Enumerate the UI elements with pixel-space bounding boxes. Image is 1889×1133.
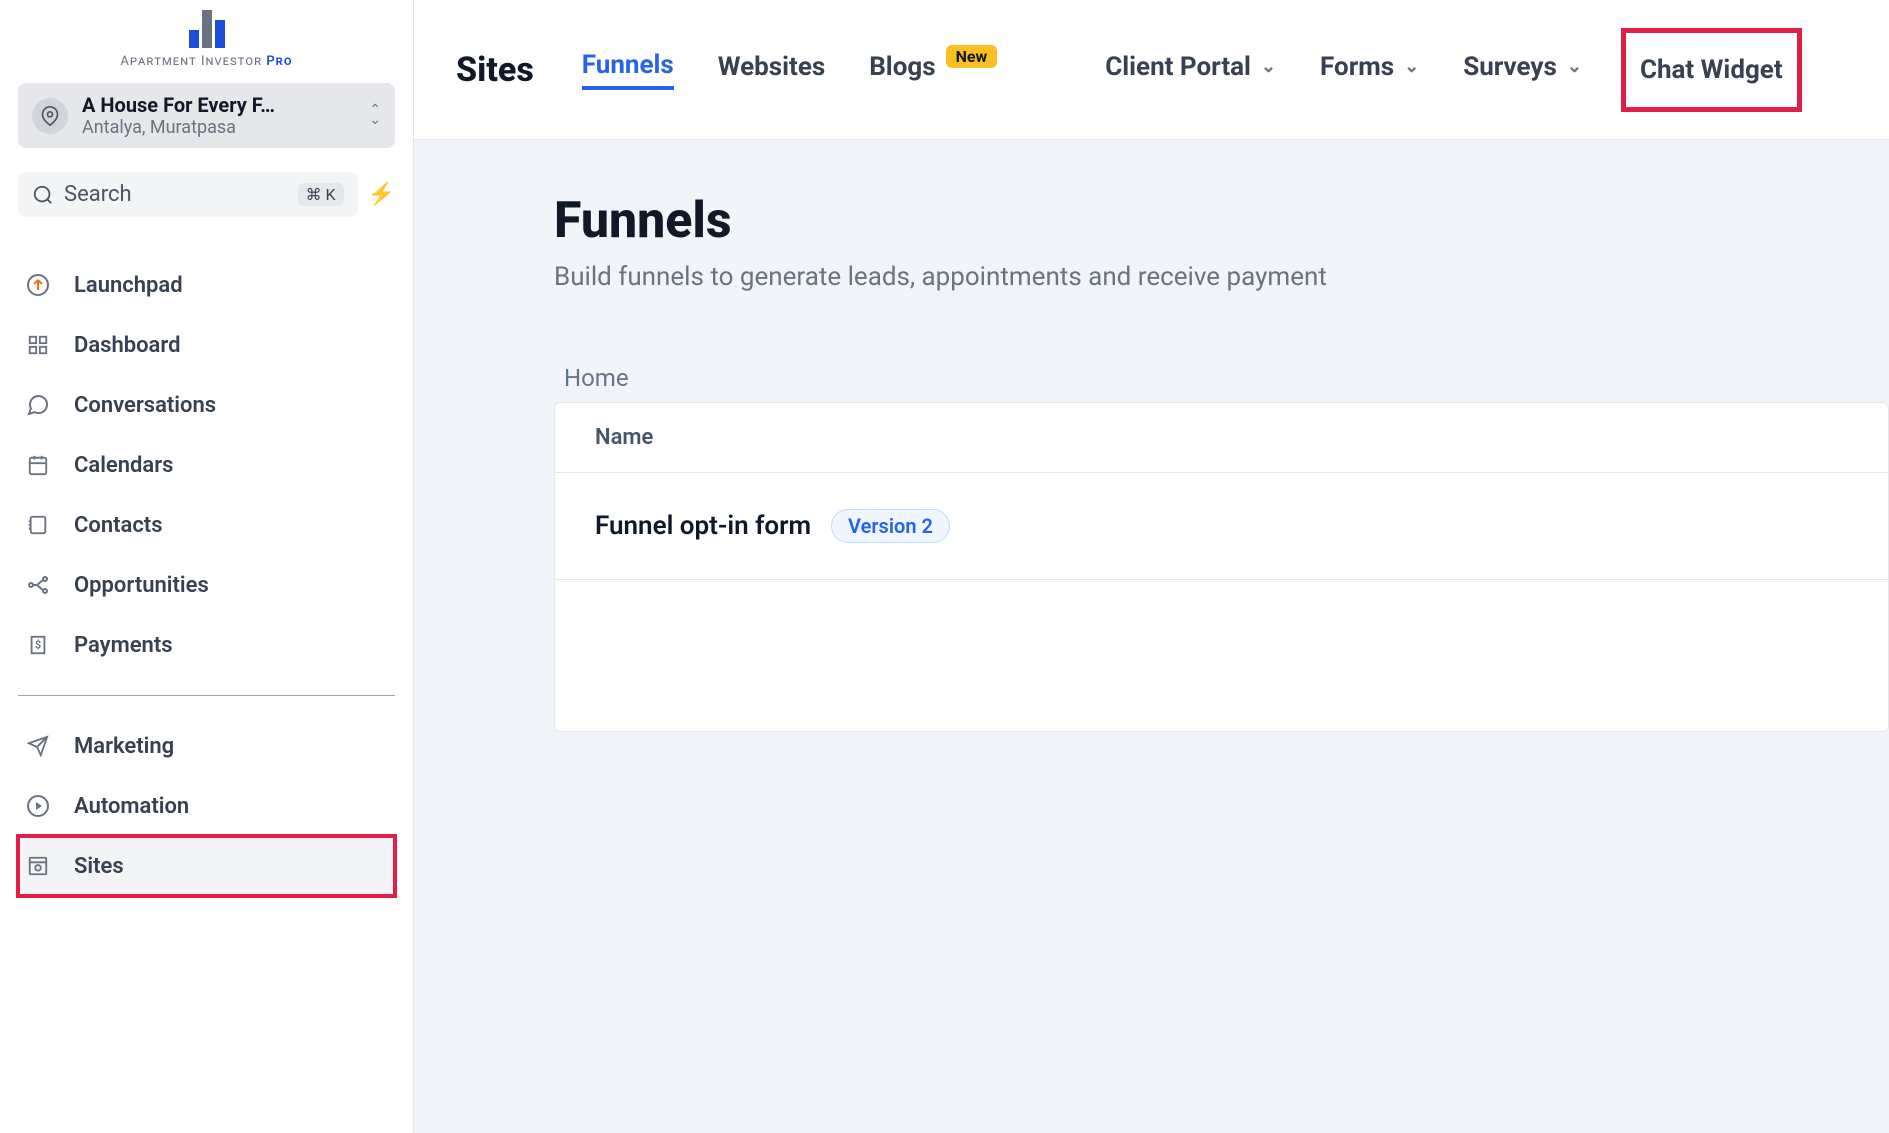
chat-icon: [24, 391, 52, 419]
nav-conversations[interactable]: Conversations: [18, 375, 395, 435]
search-icon: [32, 184, 54, 206]
nav-payments[interactable]: $ Payments: [18, 615, 395, 675]
topbar: Sites Funnels Websites BlogsNew Client P…: [414, 0, 1889, 140]
nav-marketing[interactable]: Marketing: [18, 716, 395, 776]
search-placeholder: Search: [64, 182, 288, 207]
account-location: Antalya, Muratpasa: [82, 117, 355, 138]
content: Funnels Build funnels to generate leads,…: [414, 140, 1889, 1133]
search-input[interactable]: Search ⌘ K: [18, 172, 358, 217]
nav-label: Launchpad: [74, 273, 183, 298]
funnels-table: Name Funnel opt-in form Version 2: [554, 402, 1889, 732]
brand-logo: Apartment Investor Pro: [18, 0, 395, 75]
chevron-down-icon: ⌄: [1261, 56, 1276, 77]
page-subtitle: Build funnels to generate leads, appoint…: [554, 262, 1889, 292]
location-pin-icon: [32, 98, 68, 134]
nav-label: Automation: [74, 794, 189, 819]
page-title: Funnels: [554, 192, 1889, 250]
dashboard-icon: [24, 331, 52, 359]
nav-label: Calendars: [74, 453, 173, 478]
calendar-icon: [24, 451, 52, 479]
primary-nav: Launchpad Dashboard Conversations Calend…: [18, 255, 395, 896]
nav-calendars[interactable]: Calendars: [18, 435, 395, 495]
chevron-down-icon: ⌄: [1404, 56, 1419, 77]
send-icon: [24, 732, 52, 760]
search-shortcut: ⌘ K: [298, 183, 344, 206]
nav-label: Marketing: [74, 734, 174, 759]
tab-label: Funnels: [582, 50, 674, 80]
tab-label: Websites: [718, 52, 825, 82]
tab-funnels[interactable]: Funnels: [582, 50, 674, 90]
payments-icon: $: [24, 631, 52, 659]
account-switcher[interactable]: A House For Every F… Antalya, Muratpasa …: [18, 83, 395, 148]
column-name: Name: [595, 425, 653, 450]
contacts-icon: [24, 511, 52, 539]
chevron-down-icon: ⌄: [1567, 56, 1582, 77]
account-name: A House For Every F…: [82, 93, 355, 117]
nav-label: Contacts: [74, 513, 163, 538]
tab-label: Forms: [1320, 52, 1394, 82]
section-title: Sites: [456, 50, 534, 90]
tab-label: Chat Widget: [1640, 55, 1783, 85]
version-badge: Version 2: [831, 509, 950, 543]
nav-launchpad[interactable]: Launchpad: [18, 255, 395, 315]
new-badge: New: [946, 45, 998, 68]
funnels-panel: Home Name Funnel opt-in form Version 2: [554, 364, 1889, 732]
tab-forms[interactable]: Forms ⌄: [1320, 52, 1419, 88]
opportunities-icon: [24, 571, 52, 599]
tab-blogs[interactable]: BlogsNew: [869, 52, 997, 88]
tab-websites[interactable]: Websites: [718, 52, 825, 88]
brand-logo-icon: [120, 8, 292, 48]
tab-chat-widget[interactable]: Chat Widget: [1626, 33, 1797, 107]
automation-icon: [24, 792, 52, 820]
tab-client-portal[interactable]: Client Portal ⌄: [1105, 52, 1276, 88]
svg-text:$: $: [35, 639, 41, 652]
table-row[interactable]: Funnel opt-in form Version 2: [555, 473, 1888, 580]
launchpad-icon: [24, 271, 52, 299]
nav-label: Sites: [74, 854, 124, 879]
tab-label: Surveys: [1463, 52, 1557, 82]
nav-contacts[interactable]: Contacts: [18, 495, 395, 555]
nav-dashboard[interactable]: Dashboard: [18, 315, 395, 375]
nav-automation[interactable]: Automation: [18, 776, 395, 836]
sidebar: Apartment Investor Pro A House For Every…: [0, 0, 414, 1133]
bolt-icon[interactable]: ⚡: [368, 182, 395, 207]
nav-divider: [18, 695, 395, 696]
nav-label: Conversations: [74, 393, 216, 418]
nav-opportunities[interactable]: Opportunities: [18, 555, 395, 615]
chevron-updown-icon: ⌃⌄: [369, 106, 381, 126]
nav-label: Payments: [74, 633, 173, 658]
table-header: Name: [555, 403, 1888, 473]
main-area: Sites Funnels Websites BlogsNew Client P…: [414, 0, 1889, 1133]
tab-label: Client Portal: [1105, 52, 1251, 82]
funnel-name: Funnel opt-in form: [595, 511, 811, 541]
nav-label: Opportunities: [74, 573, 209, 598]
tab-surveys[interactable]: Surveys ⌄: [1463, 52, 1582, 88]
tab-label: Blogs: [869, 52, 935, 82]
sites-icon: [24, 852, 52, 880]
nav-label: Dashboard: [74, 333, 180, 358]
brand-name: Apartment Investor Pro: [120, 54, 292, 69]
breadcrumb[interactable]: Home: [564, 364, 1889, 392]
tabs: Funnels Websites BlogsNew Client Portal⌄…: [582, 33, 1797, 107]
nav-sites[interactable]: Sites: [18, 836, 395, 896]
